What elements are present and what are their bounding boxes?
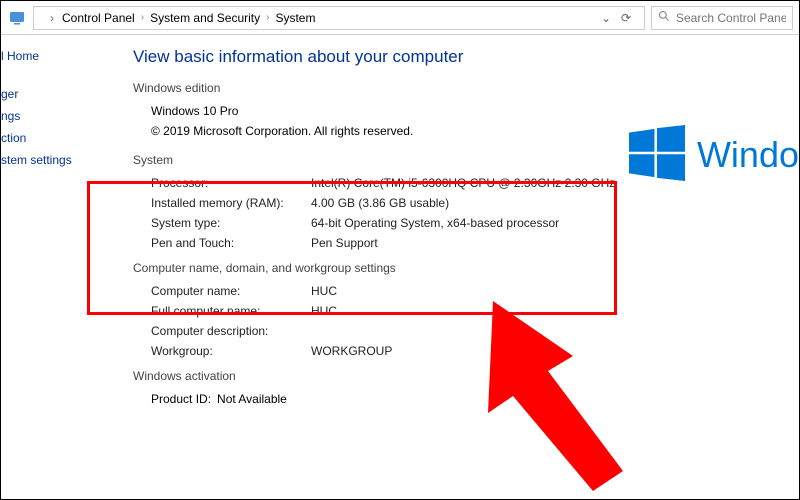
row-label: Installed memory (RAM): xyxy=(151,196,311,210)
search-icon xyxy=(658,10,670,25)
annotation-arrow-icon xyxy=(453,301,623,494)
chevron-right-icon: › xyxy=(266,12,269,23)
row-label: Computer name: xyxy=(151,284,311,298)
page-title: View basic information about your comput… xyxy=(133,47,799,67)
windows-brand: Windo xyxy=(629,125,799,184)
breadcrumb[interactable]: Control Panel › System and Security › Sy… xyxy=(62,11,315,25)
row-label: Computer description: xyxy=(151,324,311,338)
windows-brand-text: Windo xyxy=(697,134,799,176)
sidebar: l Home ger ngs ction stem settings xyxy=(1,35,93,499)
search-input[interactable] xyxy=(676,11,786,25)
chevron-right-icon: › xyxy=(42,8,62,28)
breadcrumb-item[interactable]: System xyxy=(275,11,315,25)
sidebar-item[interactable]: ction xyxy=(1,127,93,149)
info-row: Computer name:HUC xyxy=(151,281,799,301)
main-content: View basic information about your comput… xyxy=(93,35,799,499)
windows-logo-icon xyxy=(629,125,685,184)
sidebar-item[interactable]: ger xyxy=(1,83,93,105)
sidebar-item[interactable]: stem settings xyxy=(1,149,93,171)
search-box[interactable] xyxy=(651,6,793,30)
row-value: Not Available xyxy=(217,392,287,406)
address-bar: › Control Panel › System and Security › … xyxy=(1,1,799,35)
row-value: Pen Support xyxy=(311,236,378,250)
system-icon xyxy=(7,8,27,28)
system-info-block: Processor:Intel(R) Core(TM) i5-6300HQ CP… xyxy=(133,173,799,253)
info-row: Installed memory (RAM):4.00 GB (3.86 GB … xyxy=(151,193,799,213)
chevron-down-icon[interactable]: ⌄ xyxy=(596,8,616,28)
row-value: 64-bit Operating System, x64-based proce… xyxy=(311,216,559,230)
row-value: HUC xyxy=(311,284,337,298)
section-title: Computer name, domain, and workgroup set… xyxy=(133,261,799,275)
row-label: System type: xyxy=(151,216,311,230)
info-row: Pen and Touch:Pen Support xyxy=(151,233,799,253)
sidebar-item[interactable]: ngs xyxy=(1,105,93,127)
section-title: Windows edition xyxy=(133,81,799,95)
row-value: HUC xyxy=(311,304,337,318)
row-label: Workgroup: xyxy=(151,344,311,358)
breadcrumb-box[interactable]: › Control Panel › System and Security › … xyxy=(33,6,645,30)
row-label: Product ID: xyxy=(151,392,211,406)
info-row: System type:64-bit Operating System, x64… xyxy=(151,213,799,233)
breadcrumb-item[interactable]: System and Security xyxy=(150,11,260,25)
row-label: Processor: xyxy=(151,176,311,190)
edition-copyright: © 2019 Microsoft Corporation. All rights… xyxy=(151,124,413,138)
row-label: Full computer name: xyxy=(151,304,311,318)
row-value: Intel(R) Core(TM) i5-6300HQ CPU @ 2.30GH… xyxy=(311,176,615,190)
row-label: Pen and Touch: xyxy=(151,236,311,250)
row-value: WORKGROUP xyxy=(311,344,392,358)
edition-product: Windows 10 Pro xyxy=(151,104,238,118)
sidebar-item[interactable]: l Home xyxy=(1,45,93,67)
refresh-icon[interactable]: ⟳ xyxy=(616,8,636,28)
row-value: 4.00 GB (3.86 GB usable) xyxy=(311,196,449,210)
breadcrumb-item[interactable]: Control Panel xyxy=(62,11,135,25)
chevron-right-icon: › xyxy=(141,12,144,23)
